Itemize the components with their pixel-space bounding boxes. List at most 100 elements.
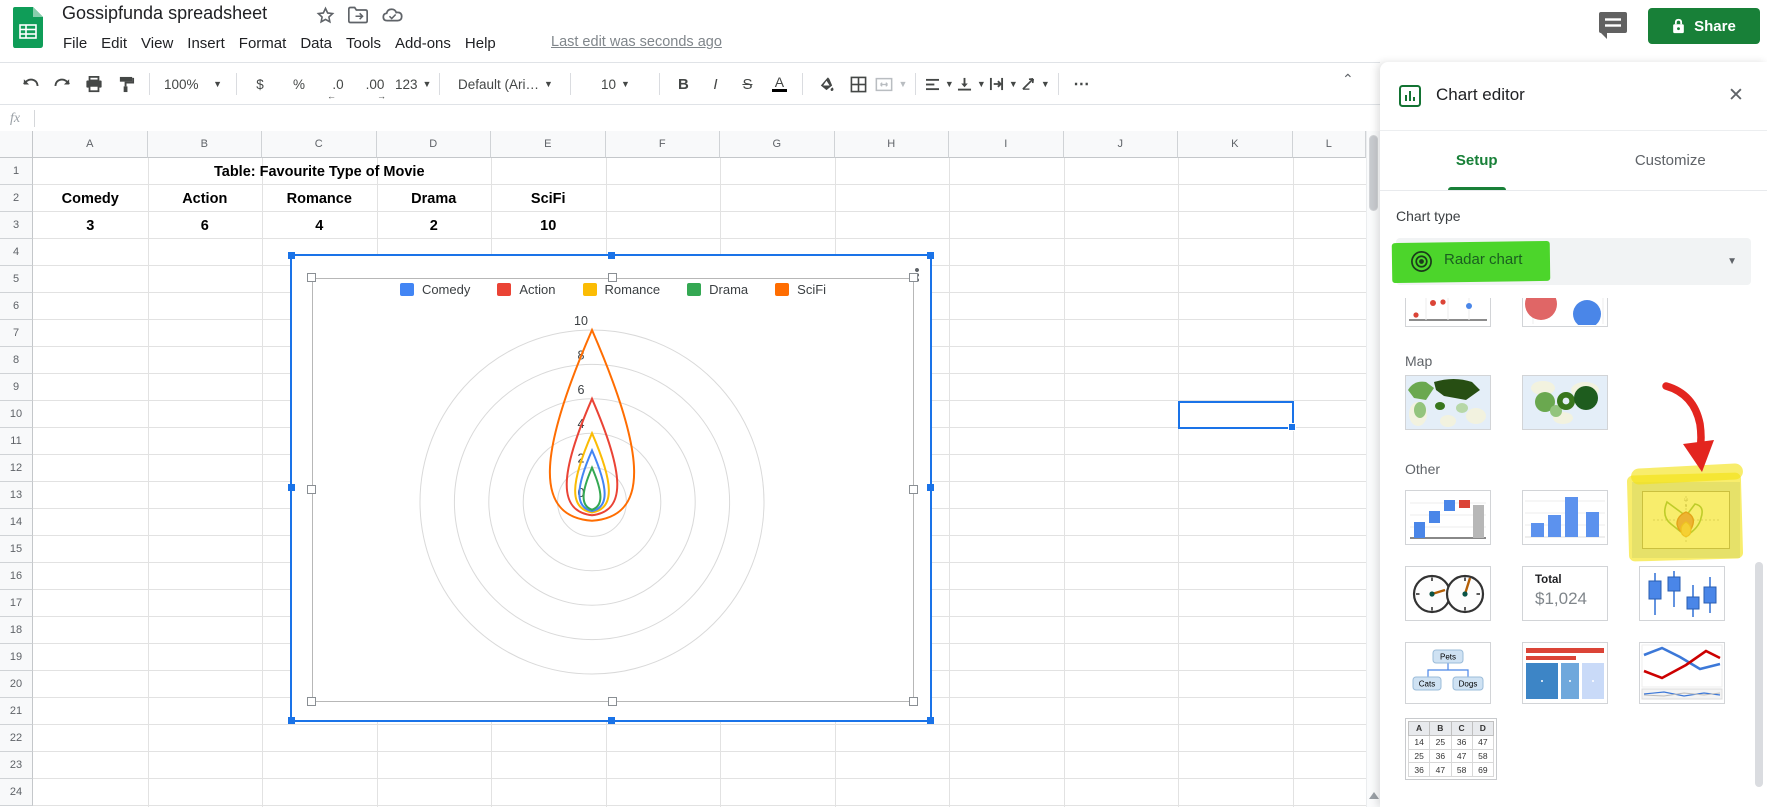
document-title[interactable]: Gossipfunda spreadsheet xyxy=(62,3,267,24)
row-header-23[interactable]: 23 xyxy=(0,752,33,779)
thumb-histogram-chart[interactable] xyxy=(1522,490,1608,545)
row-header-5[interactable]: 5 xyxy=(0,266,33,293)
resize-handle[interactable] xyxy=(288,484,295,491)
thumb-scatter-chart[interactable] xyxy=(1405,298,1491,327)
text-rotation-button[interactable]: ▼ xyxy=(1020,69,1050,99)
column-header-G[interactable]: G xyxy=(720,131,835,158)
horizontal-align-button[interactable]: ▼ xyxy=(924,69,954,99)
cell-value-4[interactable]: 10 xyxy=(491,212,606,239)
paint-format-button[interactable] xyxy=(111,69,141,99)
thumb-geo-chart[interactable] xyxy=(1405,375,1491,430)
column-header-E[interactable]: E xyxy=(491,131,606,158)
row-header-18[interactable]: 18 xyxy=(0,617,33,644)
thumb-gauge-chart[interactable] xyxy=(1405,566,1491,621)
print-button[interactable] xyxy=(79,69,109,99)
italic-button[interactable]: I xyxy=(700,69,730,99)
column-header-B[interactable]: B xyxy=(147,131,262,158)
row-header-10[interactable]: 10 xyxy=(0,401,33,428)
cell-value-1[interactable]: 6 xyxy=(148,212,263,239)
column-header-J[interactable]: J xyxy=(1063,131,1178,158)
thumb-treemap-chart[interactable] xyxy=(1522,642,1608,704)
chart-area-handle[interactable] xyxy=(909,273,918,282)
undo-button[interactable] xyxy=(15,69,45,99)
menu-help[interactable]: Help xyxy=(458,32,503,55)
close-panel-icon[interactable]: ✕ xyxy=(1728,84,1744,107)
text-color-button[interactable]: A xyxy=(764,69,794,99)
chart-area-handle[interactable] xyxy=(909,697,918,706)
comments-button[interactable] xyxy=(1598,11,1628,45)
more-toolbar-button[interactable]: ⋯ xyxy=(1067,69,1097,99)
row-header-6[interactable]: 6 xyxy=(0,293,33,320)
resize-handle[interactable] xyxy=(927,252,934,259)
chart-area-handle[interactable] xyxy=(307,697,316,706)
column-header-D[interactable]: D xyxy=(376,131,491,158)
format-percent-button[interactable]: % xyxy=(284,69,314,99)
row-header-8[interactable]: 8 xyxy=(0,347,33,374)
strikethrough-button[interactable]: S xyxy=(732,69,762,99)
chart-area-handle[interactable] xyxy=(608,697,617,706)
fill-color-button[interactable] xyxy=(811,69,841,99)
menu-tools[interactable]: Tools xyxy=(339,32,388,55)
last-edit-link[interactable]: Last edit was seconds ago xyxy=(551,34,722,50)
chart-area-handle[interactable] xyxy=(307,273,316,282)
star-icon[interactable] xyxy=(316,6,335,25)
redo-button[interactable] xyxy=(47,69,77,99)
cell-table-title[interactable]: Table: Favourite Type of Movie xyxy=(33,158,606,185)
row-header-17[interactable]: 17 xyxy=(0,590,33,617)
formula-bar[interactable]: fx xyxy=(0,104,1380,133)
row-header-13[interactable]: 13 xyxy=(0,482,33,509)
increase-decimals-button[interactable]: .00 → xyxy=(360,69,390,102)
chart-area-handle[interactable] xyxy=(909,485,918,494)
selected-cell[interactable] xyxy=(1178,401,1296,431)
thumb-scorecard-chart[interactable]: Total $1,024 xyxy=(1522,566,1608,621)
row-header-14[interactable]: 14 xyxy=(0,509,33,536)
menu-data[interactable]: Data xyxy=(293,32,339,55)
menu-file[interactable]: File xyxy=(56,32,94,55)
row-header-21[interactable]: 21 xyxy=(0,698,33,725)
resize-handle[interactable] xyxy=(927,717,934,724)
move-folder-icon[interactable] xyxy=(348,6,368,24)
row-header-19[interactable]: 19 xyxy=(0,644,33,671)
column-header-L[interactable]: L xyxy=(1292,131,1366,158)
row-header-4[interactable]: 4 xyxy=(0,239,33,266)
embedded-chart[interactable]: ComedyActionRomanceDramaSciFi ••• 108642… xyxy=(288,252,934,724)
row-header-24[interactable]: 24 xyxy=(0,779,33,806)
column-header-F[interactable]: F xyxy=(605,131,720,158)
vertical-align-button[interactable]: ▼ xyxy=(956,69,986,99)
chart-type-dropdown[interactable]: Radar chart ▼ xyxy=(1391,238,1751,285)
panel-scrollbar-thumb[interactable] xyxy=(1755,562,1763,787)
chart-area-handle[interactable] xyxy=(307,485,316,494)
resize-handle[interactable] xyxy=(288,717,295,724)
thumb-org-chart[interactable]: Pets Cats Dogs xyxy=(1405,642,1491,704)
row-header-7[interactable]: 7 xyxy=(0,320,33,347)
sheets-logo-icon[interactable] xyxy=(13,7,43,48)
scroll-up-arrow[interactable] xyxy=(1369,792,1379,799)
more-formats-button[interactable]: 123 ▼ xyxy=(395,69,431,99)
resize-handle[interactable] xyxy=(927,484,934,491)
tab-customize[interactable]: Customize xyxy=(1574,130,1767,190)
resize-handle[interactable] xyxy=(608,717,615,724)
zoom-select[interactable]: 100% ▼ xyxy=(158,69,228,99)
bold-button[interactable]: B xyxy=(668,69,698,99)
menu-addons[interactable]: Add-ons xyxy=(388,32,458,55)
cell-value-0[interactable]: 3 xyxy=(33,212,148,239)
fill-handle[interactable] xyxy=(1287,423,1296,431)
format-currency-button[interactable]: $ xyxy=(245,69,275,99)
row-header-12[interactable]: 12 xyxy=(0,455,33,482)
thumb-bubble-chart[interactable] xyxy=(1522,288,1608,328)
resize-handle[interactable] xyxy=(288,252,295,259)
resize-handle[interactable] xyxy=(608,252,615,259)
thumb-radar-chart-selected[interactable]: 10 5 xyxy=(1642,491,1730,549)
cell-header-comedy[interactable]: Comedy xyxy=(33,185,148,212)
thumb-geo-marker-chart[interactable] xyxy=(1522,375,1608,430)
thumb-waterfall-chart[interactable] xyxy=(1405,490,1491,545)
menu-view[interactable]: View xyxy=(134,32,180,55)
cell-header-scifi[interactable]: SciFi xyxy=(491,185,606,212)
cell-header-drama[interactable]: Drama xyxy=(377,185,492,212)
thumb-table-chart[interactable]: A B C D 14 25 36 47 25 36 47 58 36 47 58 69 xyxy=(1405,718,1497,780)
menu-edit[interactable]: Edit xyxy=(94,32,134,55)
row-header-2[interactable]: 2 xyxy=(0,185,33,212)
row-header-22[interactable]: 22 xyxy=(0,725,33,752)
row-header-9[interactable]: 9 xyxy=(0,374,33,401)
sheet-vertical-scrollbar[interactable] xyxy=(1366,131,1381,807)
